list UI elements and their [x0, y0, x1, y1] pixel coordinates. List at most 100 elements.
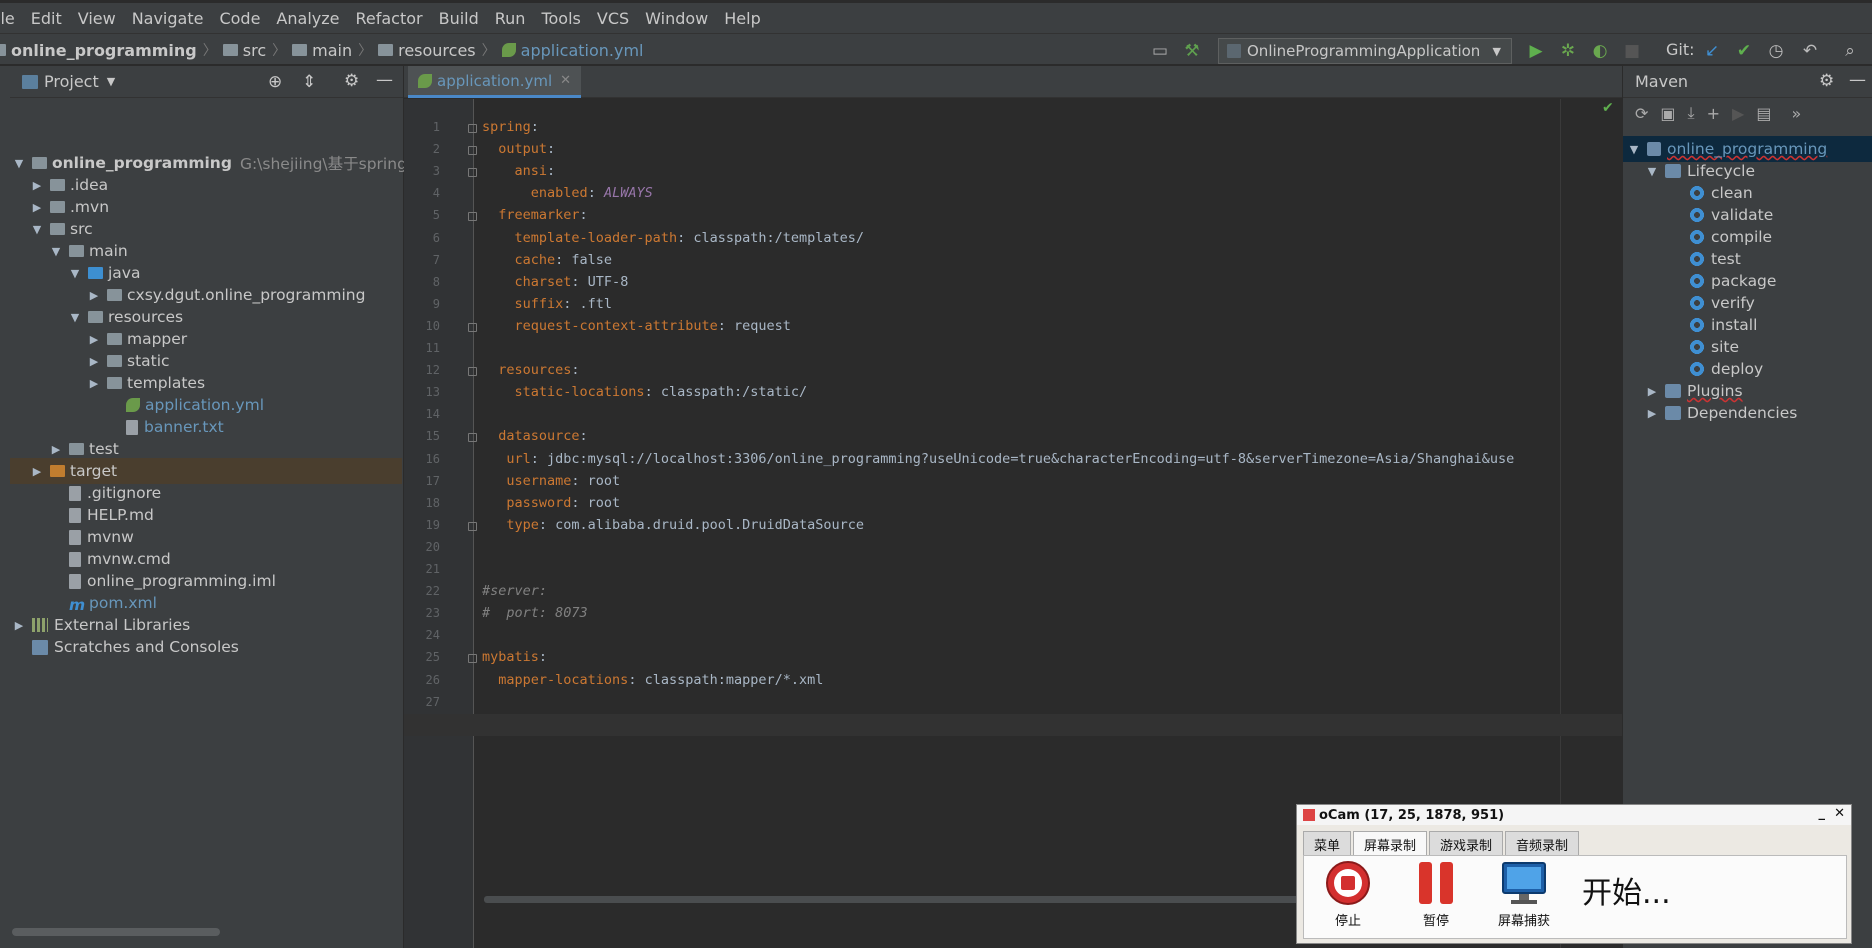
- coverage-icon[interactable]: ◐: [1590, 41, 1610, 61]
- search-icon[interactable]: ⌕: [1840, 41, 1860, 61]
- breadcrumb-resources[interactable]: resources 〉: [378, 40, 502, 60]
- chevron-down-icon[interactable]: ▼: [68, 311, 82, 324]
- screen-capture-button[interactable]: 屏幕捕获: [1492, 860, 1556, 929]
- chevron-right-icon[interactable]: ▶: [87, 377, 101, 390]
- menu-item-run[interactable]: Run: [487, 9, 534, 28]
- locate-icon[interactable]: ⊕: [268, 72, 282, 92]
- chevron-down-icon[interactable]: ▼: [107, 75, 115, 88]
- fold-marker-icon[interactable]: [468, 168, 477, 178]
- project-icon: [22, 74, 38, 89]
- build-hammer-icon[interactable]: ⚒: [1182, 41, 1202, 61]
- project-panel-title[interactable]: Project: [44, 72, 99, 91]
- chevron-right-icon[interactable]: ▶: [12, 619, 26, 632]
- reload-icon[interactable]: ⟳: [1635, 104, 1648, 123]
- download-icon[interactable]: ⤓: [1688, 103, 1695, 123]
- menu-item-build[interactable]: Build: [431, 9, 487, 28]
- breadcrumb-main[interactable]: main 〉: [292, 40, 378, 60]
- menu-item-ile[interactable]: ile: [0, 9, 23, 28]
- revert-icon[interactable]: ↶: [1800, 41, 1820, 61]
- gear-icon[interactable]: ⚙: [1819, 71, 1834, 91]
- chevron-right-icon[interactable]: ▶: [87, 333, 101, 346]
- chevron-right-icon[interactable]: ▶: [87, 355, 101, 368]
- line-number: 16: [425, 451, 440, 466]
- menu-item-view[interactable]: View: [70, 9, 124, 28]
- maven-dependencies[interactable]: ▶ Dependencies: [1645, 400, 1798, 426]
- debug-icon[interactable]: ✲: [1558, 41, 1578, 61]
- ocam-tab-menu[interactable]: 菜单: [1303, 831, 1352, 858]
- horizontal-scrollbar[interactable]: [12, 928, 220, 936]
- pause-button[interactable]: 暂停: [1404, 860, 1468, 929]
- chevron-down-icon: ▼: [1629, 142, 1639, 156]
- git-update-icon[interactable]: ↙: [1702, 41, 1722, 61]
- git-commit-icon[interactable]: ✔: [1734, 41, 1754, 61]
- menu-item-analyze[interactable]: Analyze: [268, 9, 347, 28]
- chevron-right-icon[interactable]: ▶: [30, 465, 44, 478]
- chevron-down-icon[interactable]: ▼: [12, 157, 26, 170]
- folder-icon: [69, 443, 84, 455]
- fold-marker-icon[interactable]: [468, 367, 477, 377]
- run-maven-icon[interactable]: ▶: [1732, 104, 1744, 123]
- menu-item-edit[interactable]: Edit: [23, 9, 70, 28]
- gear-icon: [1689, 185, 1705, 201]
- ocam-tab-screen-record[interactable]: 屏幕录制: [1353, 831, 1428, 858]
- fold-marker-icon[interactable]: [468, 322, 477, 332]
- gear-icon[interactable]: ⚙: [344, 71, 359, 91]
- menu-item-tools[interactable]: Tools: [533, 9, 588, 28]
- chevron-right-icon[interactable]: ▶: [30, 201, 44, 214]
- line-number: 20: [425, 539, 440, 554]
- code-line: resources:: [498, 362, 580, 379]
- ocam-title-bar[interactable]: oCam (17, 25, 1878, 951) _ ✕: [1297, 805, 1851, 825]
- stop-button[interactable]: 停止: [1316, 860, 1380, 929]
- line-number: 10: [425, 318, 440, 333]
- run-icon[interactable]: ▶: [1526, 41, 1546, 61]
- tree-item-banner-txt[interactable]: banner.txt: [106, 414, 224, 440]
- chevron-right-icon[interactable]: ▶: [49, 443, 63, 456]
- fold-marker-icon[interactable]: [468, 212, 477, 222]
- add-icon[interactable]: +: [1707, 104, 1720, 123]
- terminal-icon[interactable]: ▭: [1150, 41, 1170, 61]
- close-icon[interactable]: ✕: [560, 73, 571, 88]
- stop-icon[interactable]: ■: [1622, 41, 1642, 61]
- code-line: enabled: ALWAYS: [530, 185, 653, 202]
- breadcrumb-src[interactable]: src 〉: [222, 40, 292, 60]
- run-configuration-select[interactable]: OnlineProgrammingApplication ▼: [1218, 38, 1512, 64]
- menu-item-vcs[interactable]: VCS: [589, 9, 637, 28]
- ocam-tab-audio-record[interactable]: 音频录制: [1505, 831, 1580, 858]
- close-icon[interactable]: ✕: [1834, 806, 1845, 821]
- minimize-icon[interactable]: —: [376, 70, 393, 90]
- editor-horizontal-scrollbar[interactable]: [484, 896, 1384, 903]
- fold-marker-icon[interactable]: [468, 521, 477, 531]
- breadcrumb-project[interactable]: online_programming 〉: [0, 40, 223, 60]
- chevron-down-icon[interactable]: ▼: [68, 267, 82, 280]
- fold-marker-icon[interactable]: [468, 433, 477, 443]
- chevron-down-icon[interactable]: ▼: [30, 223, 44, 236]
- menu-item-refactor[interactable]: Refactor: [347, 9, 430, 28]
- menu-item-code[interactable]: Code: [211, 9, 268, 28]
- tab-application-yml[interactable]: application.yml ✕: [408, 66, 582, 98]
- minimize-icon[interactable]: —: [1849, 70, 1866, 90]
- generate-sources-icon[interactable]: ▣: [1660, 104, 1675, 123]
- minimize-icon[interactable]: _: [1819, 806, 1826, 821]
- more-icon[interactable]: »: [1791, 104, 1801, 123]
- chevron-down-icon[interactable]: ▼: [49, 245, 63, 258]
- markdown-file-icon: [69, 507, 81, 523]
- chevron-right-icon[interactable]: ▶: [30, 179, 44, 192]
- folder-icon: [50, 201, 65, 213]
- inspection-ok-icon[interactable]: ✔: [1602, 100, 1614, 116]
- fold-marker-icon[interactable]: [468, 654, 477, 664]
- folder-icon: [222, 44, 238, 56]
- code-line: cache: false: [514, 251, 613, 268]
- fold-marker-icon[interactable]: [468, 146, 477, 156]
- history-icon[interactable]: ◷: [1766, 41, 1786, 61]
- tree-item-scratches-and-consoles[interactable]: Scratches and Consoles: [12, 634, 239, 660]
- collapse-all-icon[interactable]: ⇕: [302, 72, 316, 92]
- menu-item-navigate[interactable]: Navigate: [124, 9, 212, 28]
- fold-marker-icon[interactable]: [468, 124, 477, 133]
- menu-item-window[interactable]: Window: [637, 9, 716, 28]
- execute-goal-icon[interactable]: ▤: [1756, 104, 1771, 123]
- menu-item-help[interactable]: Help: [716, 9, 768, 28]
- breadcrumb-file[interactable]: application.yml: [501, 41, 643, 60]
- ocam-tab-game-record[interactable]: 游戏录制: [1429, 831, 1504, 858]
- chevron-right-icon[interactable]: ▶: [87, 289, 101, 302]
- line-number: 13: [425, 385, 440, 400]
